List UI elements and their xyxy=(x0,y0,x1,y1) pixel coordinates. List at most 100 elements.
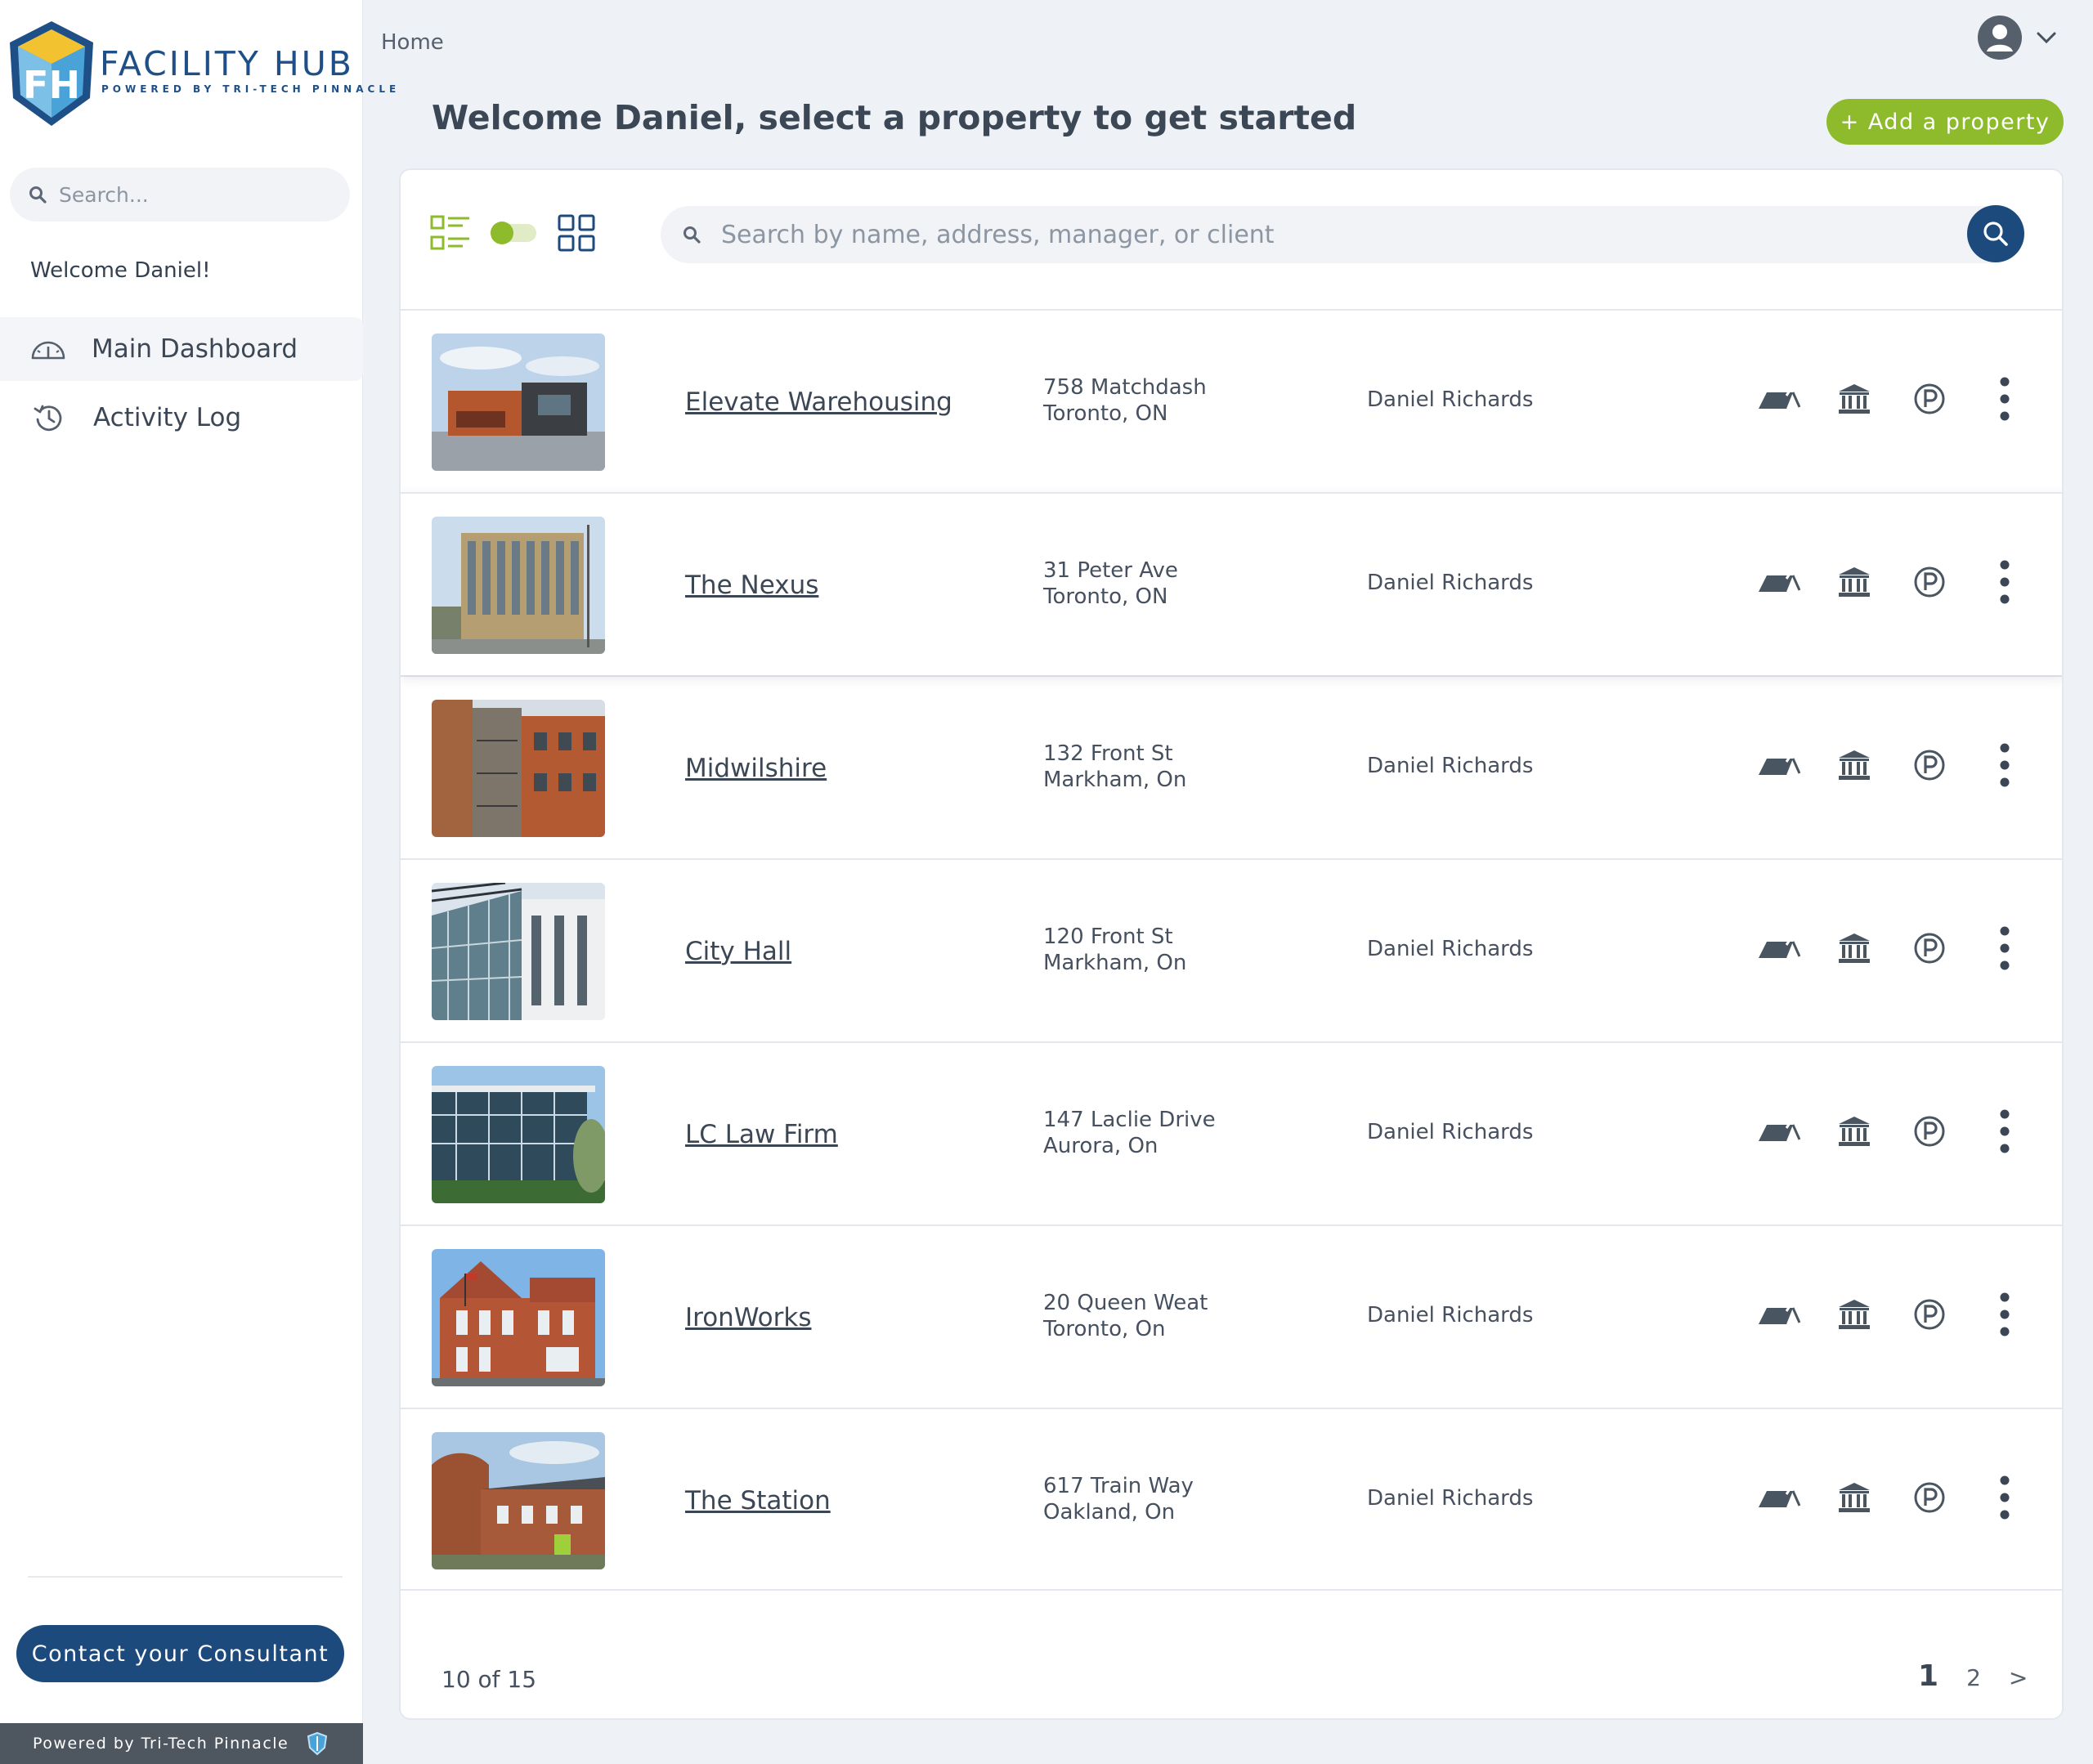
property-panel: Elevate Warehousing 758 Matchdash Toront… xyxy=(399,168,2064,1720)
property-row[interactable]: The Nexus 31 Peter Ave Toronto, ON Danie… xyxy=(401,492,2062,677)
parking-icon[interactable] xyxy=(1905,741,1954,790)
roof-icon[interactable] xyxy=(1755,924,1804,973)
bank-icon[interactable] xyxy=(1830,1107,1879,1156)
search-submit-button[interactable] xyxy=(1967,205,2024,262)
pagination-count: 10 of 15 xyxy=(441,1666,537,1693)
gauge-icon xyxy=(31,341,65,360)
parking-icon[interactable] xyxy=(1905,1473,1954,1522)
property-row[interactable]: Elevate Warehousing 758 Matchdash Toront… xyxy=(401,309,2062,494)
property-row[interactable]: LC Law Firm 147 Laclie Drive Aurora, On … xyxy=(401,1041,2062,1226)
property-name-link[interactable]: Elevate Warehousing xyxy=(685,311,996,494)
more-options-icon[interactable] xyxy=(1980,374,2029,423)
sidebar-search-input[interactable] xyxy=(59,182,329,207)
property-manager: Daniel Richards xyxy=(1367,1486,1534,1511)
sidebar-search[interactable] xyxy=(10,168,350,222)
parking-icon[interactable] xyxy=(1905,924,1954,973)
avatar-icon xyxy=(1978,16,2022,60)
property-thumbnail[interactable] xyxy=(432,1249,605,1386)
breadcrumb[interactable]: Home xyxy=(381,30,444,55)
property-manager: Daniel Richards xyxy=(1367,937,1534,961)
address-line: 120 Front St xyxy=(1043,925,1173,949)
property-thumbnail[interactable] xyxy=(432,883,605,1020)
address-line: Toronto, On xyxy=(1043,1317,1166,1341)
parking-icon[interactable] xyxy=(1905,374,1954,423)
next-page-link[interactable]: > xyxy=(2009,1664,2028,1691)
property-search-input[interactable] xyxy=(721,220,1866,249)
address-line: Aurora, On xyxy=(1043,1134,1159,1158)
user-menu[interactable] xyxy=(1977,15,2057,60)
more-options-icon[interactable] xyxy=(1980,1290,2029,1339)
roof-icon[interactable] xyxy=(1755,1107,1804,1156)
property-name-link[interactable]: The Station xyxy=(685,1409,996,1592)
roof-icon[interactable] xyxy=(1755,741,1804,790)
roof-icon[interactable] xyxy=(1755,1473,1804,1522)
sidebar-welcome: Welcome Daniel! xyxy=(30,258,211,283)
facility-hub-logo[interactable]: FH FACILITY HUB POWERED BY TRI-TECH PINN… xyxy=(8,20,396,131)
property-thumbnail[interactable] xyxy=(432,334,605,471)
bank-icon[interactable] xyxy=(1830,924,1879,973)
sidebar-item-activity-log[interactable]: Activity Log xyxy=(0,386,363,450)
property-row[interactable]: The Station 617 Train Way Oakland, On Da… xyxy=(401,1408,2062,1592)
more-options-icon[interactable] xyxy=(1980,557,2029,607)
more-options-icon[interactable] xyxy=(1980,924,2029,973)
property-thumbnail[interactable] xyxy=(432,1066,605,1203)
property-address: 31 Peter Ave Toronto, ON xyxy=(1043,557,1178,610)
logo-wordmark: FACILITY HUB xyxy=(100,44,354,83)
view-toggle-switch[interactable] xyxy=(491,222,536,244)
list-view-icon[interactable] xyxy=(430,215,471,251)
property-thumbnail[interactable] xyxy=(432,517,605,654)
grid-view-icon[interactable] xyxy=(558,214,595,252)
address-line: 617 Train Way xyxy=(1043,1474,1194,1498)
property-manager: Daniel Richards xyxy=(1367,1120,1534,1144)
bank-icon[interactable] xyxy=(1830,1473,1879,1522)
more-options-icon[interactable] xyxy=(1980,1473,2029,1522)
bank-icon[interactable] xyxy=(1830,1290,1879,1339)
page-1-link[interactable]: 1 xyxy=(1918,1659,1938,1693)
property-address: 617 Train Way Oakland, On xyxy=(1043,1473,1194,1525)
roof-icon[interactable] xyxy=(1755,374,1804,423)
property-row[interactable]: IronWorks 20 Queen Weat Toronto, On Dani… xyxy=(401,1225,2062,1409)
add-property-button[interactable]: + Add a property xyxy=(1826,99,2064,145)
property-thumbnail[interactable] xyxy=(432,700,605,837)
address-line: Markham, On xyxy=(1043,768,1187,792)
shield-icon xyxy=(307,1731,328,1756)
roof-icon[interactable] xyxy=(1755,1290,1804,1339)
property-name-link[interactable]: City Hall xyxy=(685,860,996,1043)
history-icon xyxy=(34,405,62,432)
more-options-icon[interactable] xyxy=(1980,1107,2029,1156)
property-thumbnail[interactable] xyxy=(432,1432,605,1569)
property-row[interactable]: Midwilshire 132 Front St Markham, On Dan… xyxy=(401,675,2062,860)
chevron-down-icon xyxy=(2037,32,2056,44)
address-line: 758 Matchdash xyxy=(1043,375,1207,400)
sidebar-item-main-dashboard[interactable]: Main Dashboard xyxy=(0,317,363,381)
roof-icon[interactable] xyxy=(1755,557,1804,607)
property-name-link[interactable]: IronWorks xyxy=(685,1226,996,1409)
logo-letters: FH xyxy=(23,63,80,107)
law-firm-photo xyxy=(432,1066,605,1203)
bank-icon[interactable] xyxy=(1830,374,1879,423)
more-options-icon[interactable] xyxy=(1980,741,2029,790)
logo-shield-icon: FH xyxy=(10,21,93,126)
sidebar-item-label: Activity Log xyxy=(93,403,242,432)
parking-icon[interactable] xyxy=(1905,1107,1954,1156)
property-manager: Daniel Richards xyxy=(1367,754,1534,778)
ironworks-photo xyxy=(432,1249,605,1386)
property-name-link[interactable]: LC Law Firm xyxy=(685,1043,996,1226)
page-2-link[interactable]: 2 xyxy=(1966,1664,1981,1691)
property-name-link[interactable]: The Nexus xyxy=(685,494,996,677)
view-toggle[interactable] xyxy=(430,214,595,252)
address-line: 31 Peter Ave xyxy=(1043,558,1178,583)
station-photo xyxy=(432,1432,605,1569)
parking-icon[interactable] xyxy=(1905,557,1954,607)
warehouse-photo xyxy=(432,334,605,471)
property-name-link[interactable]: Midwilshire xyxy=(685,677,996,860)
bank-icon[interactable] xyxy=(1830,557,1879,607)
parking-icon[interactable] xyxy=(1905,1290,1954,1339)
contact-consultant-button[interactable]: Contact your Consultant xyxy=(16,1625,344,1682)
property-row[interactable]: City Hall 120 Front St Markham, On Danie… xyxy=(401,858,2062,1043)
brick-tower-photo xyxy=(432,700,605,837)
property-search[interactable] xyxy=(661,206,2016,263)
bank-icon[interactable] xyxy=(1830,741,1879,790)
address-line: 132 Front St xyxy=(1043,741,1173,766)
search-icon xyxy=(1983,222,2008,246)
